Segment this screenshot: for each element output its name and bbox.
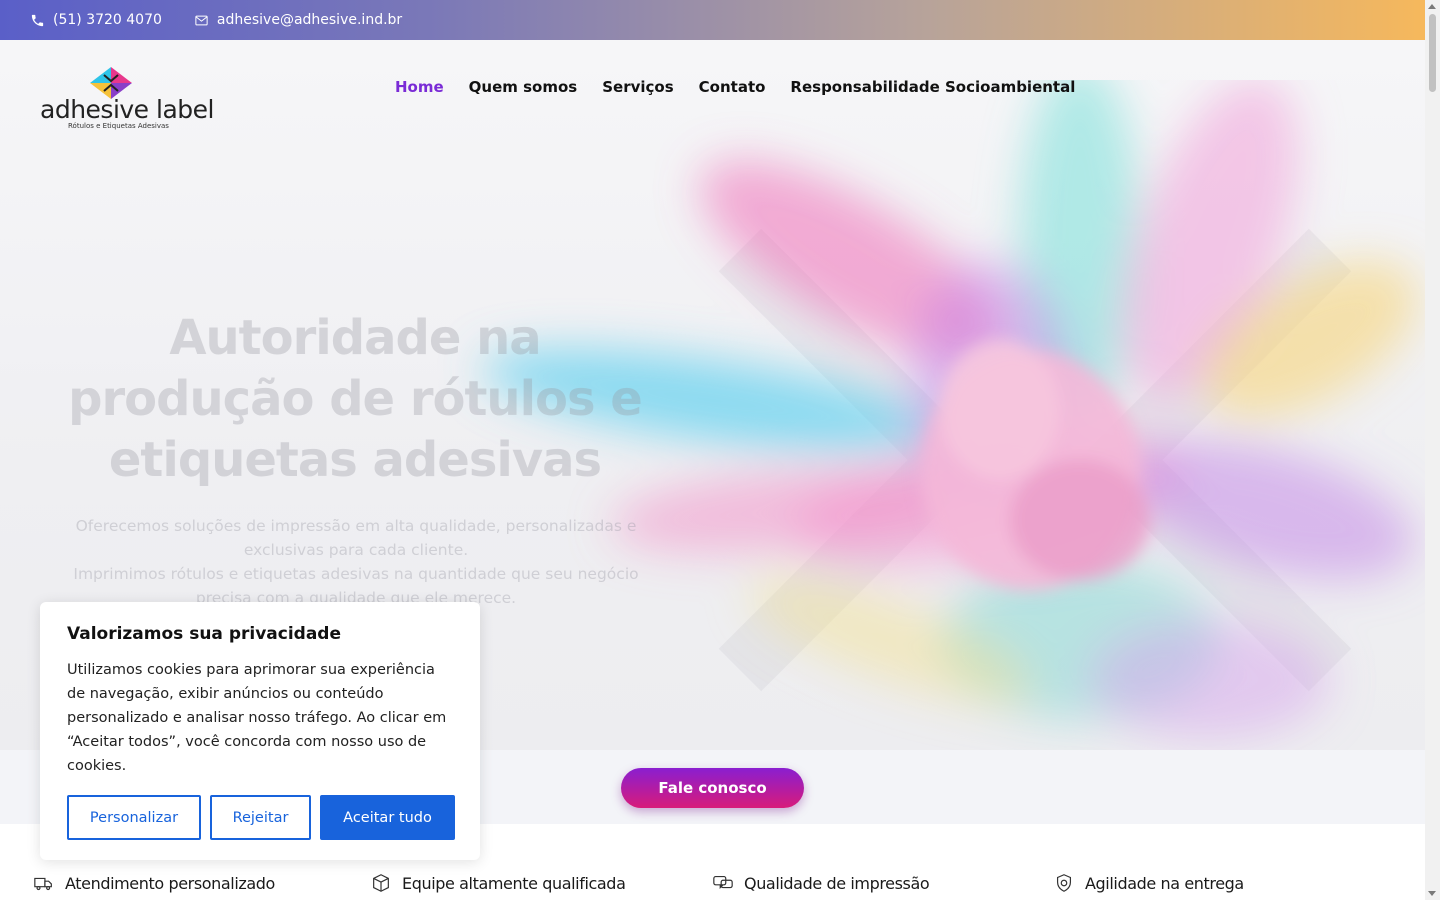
hero-title: Autoridade na produção de rótulos e etiq… bbox=[68, 310, 643, 488]
nav-item-responsabilidade-socioambiental[interactable]: Responsabilidade Socioambiental bbox=[790, 78, 1075, 96]
logo-tagline: Rótulos e Etiquetas Adesivas bbox=[68, 122, 169, 130]
nav-item-servicos[interactable]: Serviços bbox=[602, 78, 673, 96]
nav-item-contato[interactable]: Contato bbox=[699, 78, 766, 96]
scroll-up-arrow-icon[interactable] bbox=[1428, 4, 1436, 9]
features-row: Atendimento personalizado Equipe altamen… bbox=[0, 866, 1425, 900]
phone-number: (51) 3720 4070 bbox=[53, 12, 162, 28]
feature-item: Atendimento personalizado bbox=[33, 872, 275, 894]
top-contact-bar: (51) 3720 4070 adhesive@adhesive.ind.br bbox=[0, 0, 1425, 40]
hero-subtitle-line-1: Oferecemos soluções de impressão em alta… bbox=[75, 517, 637, 559]
envelope-icon bbox=[195, 15, 208, 25]
feature-label: Agilidade na entrega bbox=[1085, 873, 1244, 893]
feature-item: Equipe altamente qualificada bbox=[370, 872, 626, 894]
shield-icon bbox=[1056, 874, 1072, 892]
cookie-consent-banner: Valorizamos sua privacidade Utilizamos c… bbox=[40, 602, 480, 860]
box-icon bbox=[373, 874, 389, 892]
feature-item: Agilidade na entrega bbox=[1053, 872, 1244, 894]
feature-label: Equipe altamente qualificada bbox=[402, 873, 626, 893]
scrollbar-thumb[interactable] bbox=[1429, 14, 1436, 92]
hero-subtitle: Oferecemos soluções de impressão em alta… bbox=[50, 514, 662, 610]
email-address: adhesive@adhesive.ind.br bbox=[216, 12, 403, 28]
email-contact[interactable]: adhesive@adhesive.ind.br bbox=[194, 12, 402, 28]
fale-conosco-button[interactable]: Fale conosco bbox=[621, 768, 804, 808]
page-scrollbar[interactable] bbox=[1425, 0, 1440, 900]
site-logo[interactable]: adhesive label Rótulos e Etiquetas Adesi… bbox=[40, 65, 214, 133]
cookie-buttons: Personalizar Rejeitar Aceitar tudo bbox=[67, 795, 455, 840]
main-navigation: Home Quem somos Serviços Contato Respons… bbox=[395, 78, 1075, 96]
feature-item: Qualidade de impressão bbox=[712, 872, 930, 894]
phone-icon bbox=[31, 14, 44, 26]
logo-wordmark: adhesive label bbox=[40, 95, 214, 124]
aceitar-tudo-button[interactable]: Aceitar tudo bbox=[320, 795, 455, 840]
nav-item-quem-somos[interactable]: Quem somos bbox=[469, 78, 578, 96]
feature-label: Atendimento personalizado bbox=[65, 873, 275, 893]
personalizar-button[interactable]: Personalizar bbox=[67, 795, 201, 840]
rejeitar-button[interactable]: Rejeitar bbox=[210, 795, 311, 840]
nav-item-home[interactable]: Home bbox=[395, 78, 444, 96]
scroll-down-arrow-icon[interactable] bbox=[1428, 891, 1436, 896]
feature-label: Qualidade de impressão bbox=[744, 873, 930, 893]
cookie-title: Valorizamos sua privacidade bbox=[67, 624, 342, 644]
phone-contact[interactable]: (51) 3720 4070 bbox=[30, 12, 162, 28]
truck-icon bbox=[34, 877, 52, 891]
cookie-text: Utilizamos cookies para aprimorar sua ex… bbox=[67, 662, 447, 774]
chat-icon bbox=[713, 875, 733, 890]
